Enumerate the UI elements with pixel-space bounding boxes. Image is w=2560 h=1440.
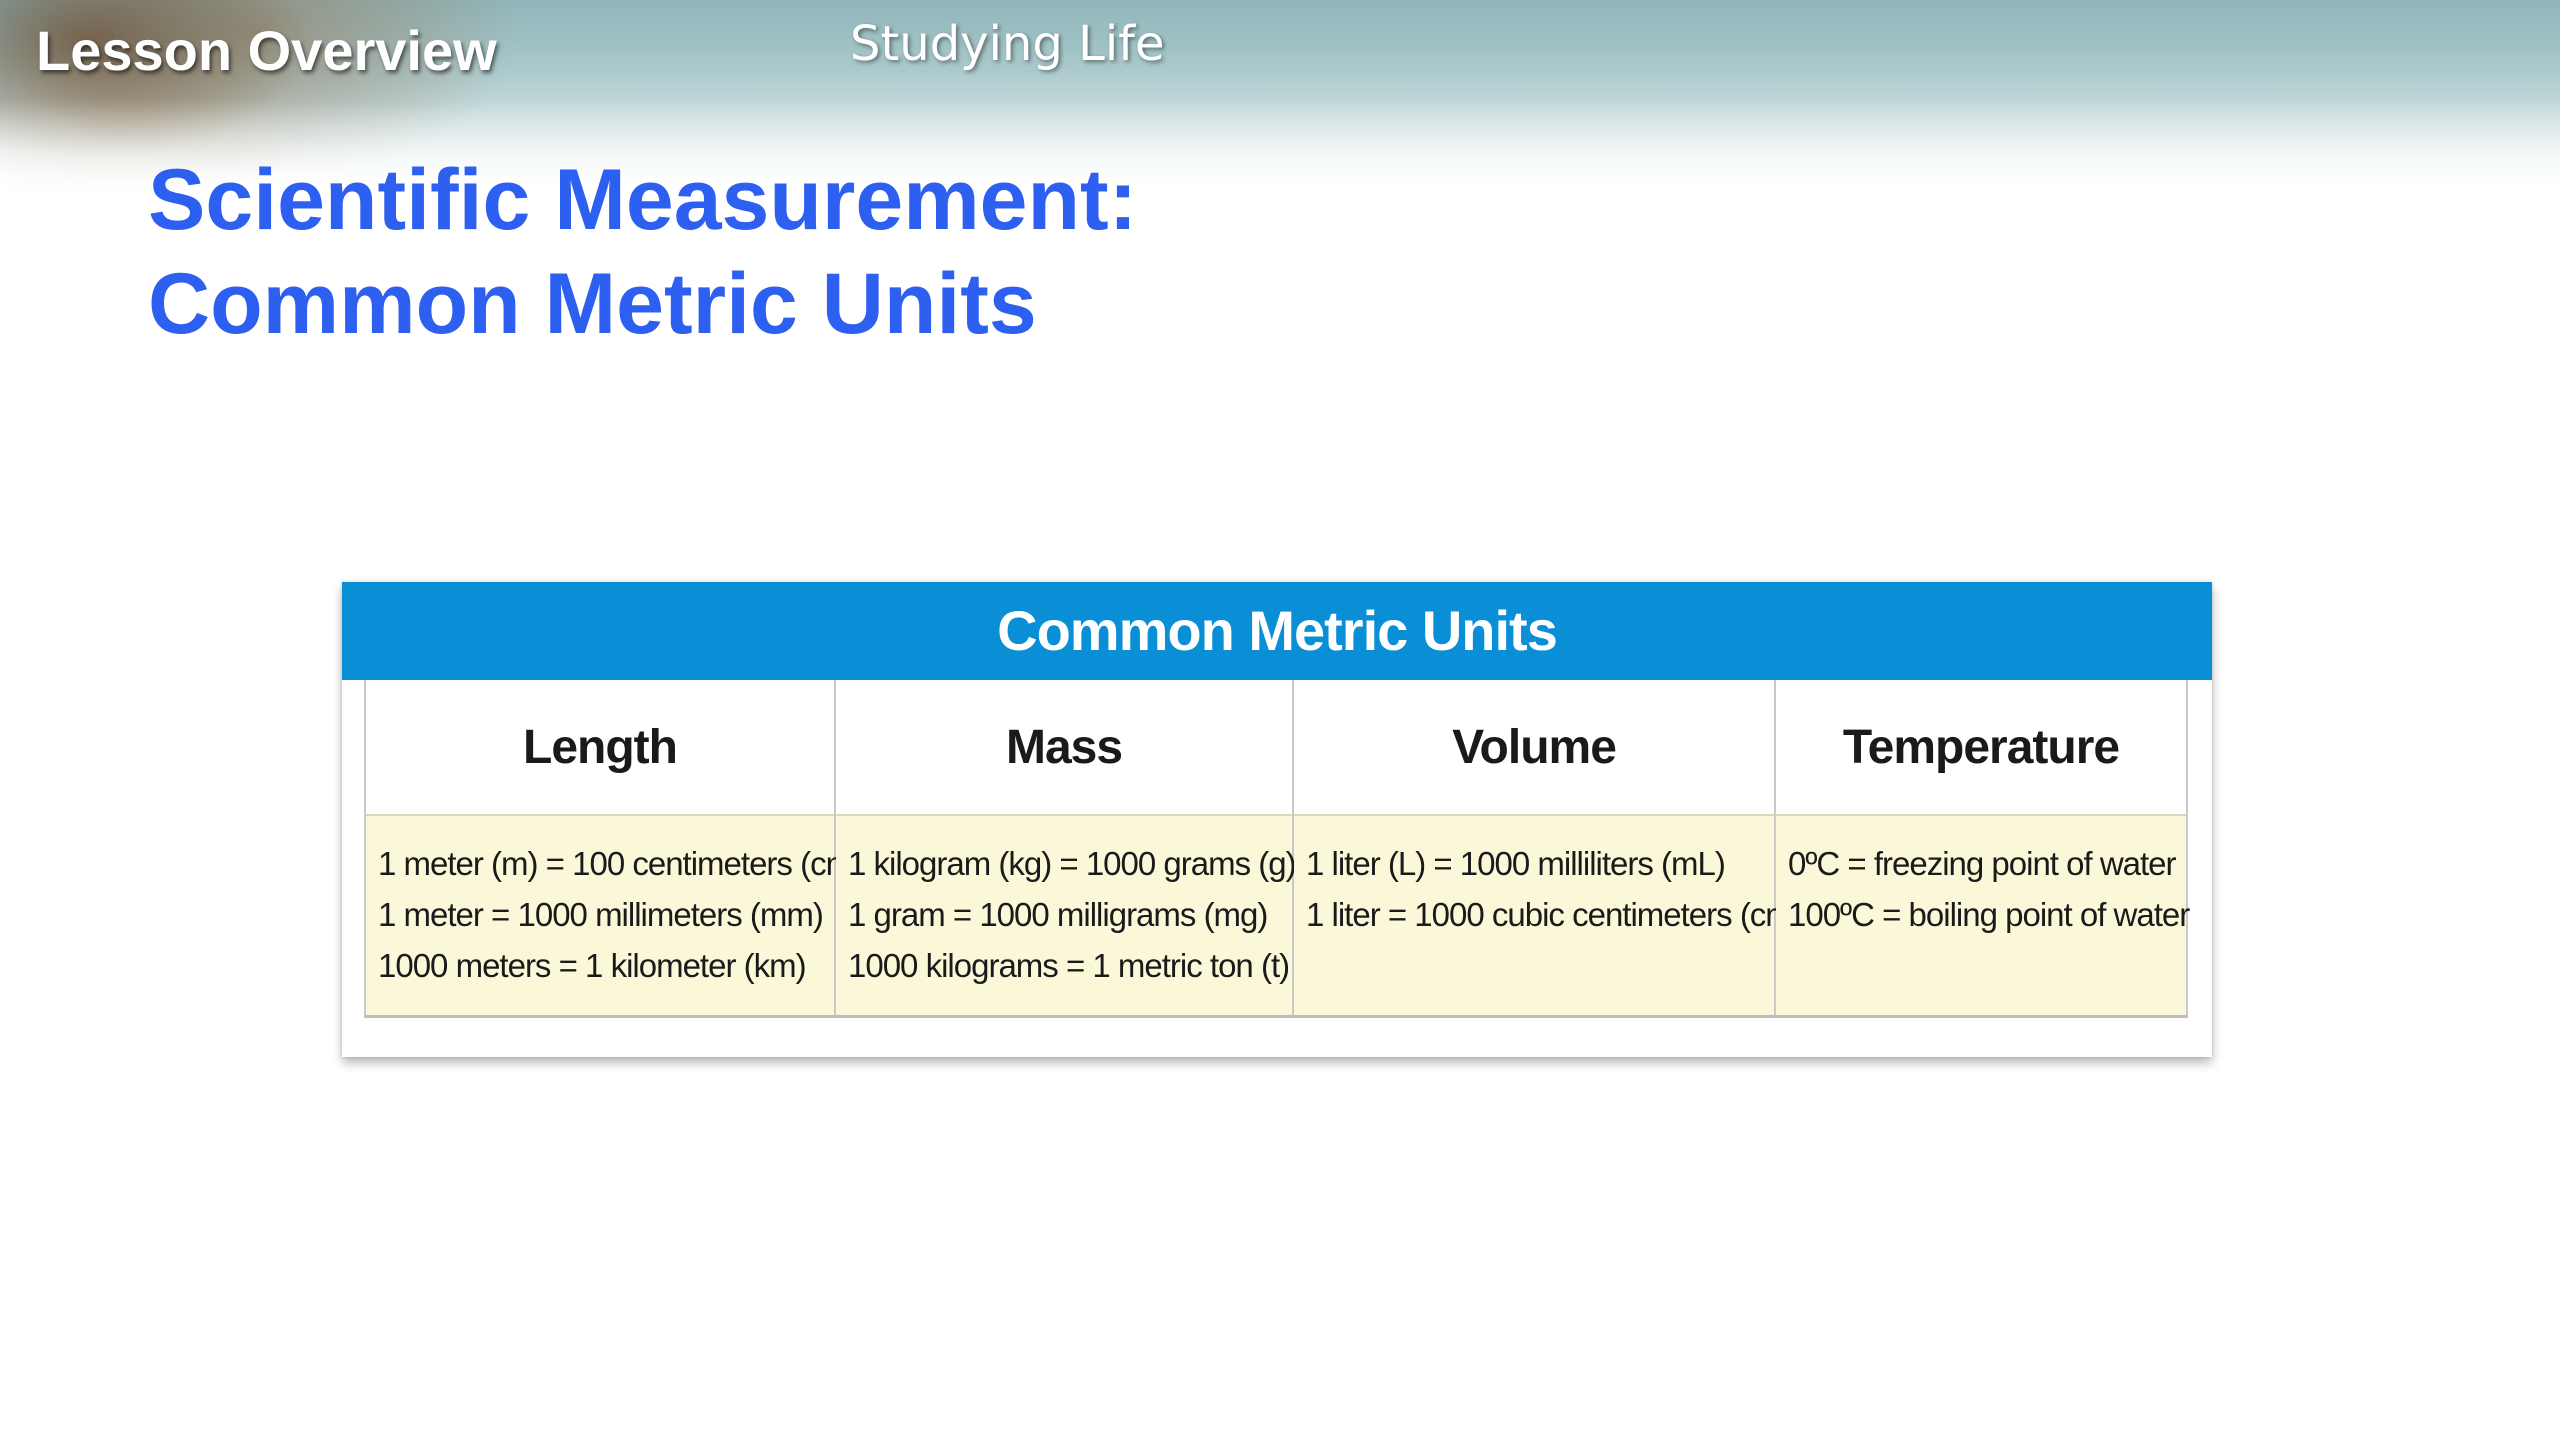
table-cell-line: 1 gram = 1000 milligrams (mg)	[848, 896, 1268, 933]
table-cell-line: 100ºC = boiling point of water	[1788, 896, 2190, 933]
column-body: 1 kilogram (kg) = 1000 grams (g) 1 gram …	[836, 816, 1297, 1015]
table-column-mass: Mass 1 kilogram (kg) = 1000 grams (g) 1 …	[836, 680, 1297, 1015]
column-body: 0ºC = freezing point of water 100ºC = bo…	[1776, 816, 2190, 1015]
column-header: Mass	[836, 680, 1292, 816]
table-cell-line: 1 liter (L) = 1000 milliliters (mL)	[1306, 845, 1726, 882]
table-column-temperature: Temperature 0ºC = freezing point of wate…	[1776, 680, 2190, 1015]
table-cell-line: 1 meter (m) = 100 centimeters (cm)	[378, 845, 863, 882]
chapter-label: Studying Life	[850, 16, 1165, 72]
table-cell-line: 1 kilogram (kg) = 1000 grams (g)	[848, 845, 1297, 882]
slide-title: Scientific Measurement: Common Metric Un…	[148, 148, 1137, 356]
table-cell-line: 1 meter = 1000 millimeters (mm)	[378, 896, 824, 933]
table-cell-line: 1000 meters = 1 kilometer (km)	[378, 947, 807, 984]
slide: Lesson Overview Studying Life Scientific…	[0, 0, 2560, 1440]
column-header: Volume	[1294, 680, 1774, 816]
column-body: 1 liter (L) = 1000 milliliters (mL) 1 li…	[1294, 816, 1813, 1015]
slide-title-line-2: Common Metric Units	[148, 256, 1037, 352]
column-header: Length	[366, 680, 834, 816]
table-grid: Length 1 meter (m) = 100 centimeters (cm…	[364, 680, 2190, 1018]
column-body: 1 meter (m) = 100 centimeters (cm) 1 met…	[366, 816, 863, 1015]
table-column-volume: Volume 1 liter (L) = 1000 milliliters (m…	[1294, 680, 1813, 1015]
table-cell-line: 1000 kilograms = 1 metric ton (t)	[848, 947, 1290, 984]
metric-units-table: Common Metric Units Length 1 meter (m) =…	[342, 582, 2212, 1057]
slide-title-line-1: Scientific Measurement:	[148, 152, 1138, 248]
table-column-length: Length 1 meter (m) = 100 centimeters (cm…	[366, 680, 863, 1015]
table-cell-line: 0ºC = freezing point of water	[1788, 845, 2177, 882]
table-caption: Common Metric Units	[342, 582, 2212, 680]
lesson-label: Lesson Overview	[36, 19, 497, 82]
column-header: Temperature	[1776, 680, 2186, 816]
table-cell-line: 1 liter = 1000 cubic centimeters (cm³)	[1306, 896, 1813, 933]
